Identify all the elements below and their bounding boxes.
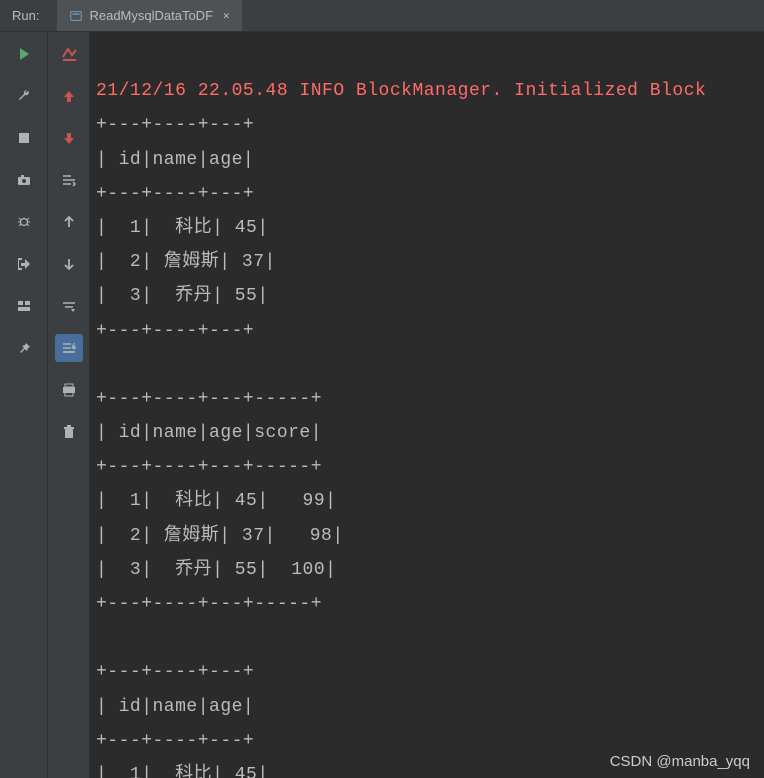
table-row: | 1| 科比| 45| 99|	[96, 491, 336, 511]
table-row: | 3| 乔丹| 55|	[96, 286, 269, 306]
print-icon[interactable]	[55, 376, 83, 404]
up-small-arrow-icon[interactable]	[55, 208, 83, 236]
table-separator: +---+----+---+-----+	[96, 457, 322, 477]
main-area: 21/12/16 22.05.48 INFO BlockManager. Ini…	[0, 32, 764, 778]
tab-label: ReadMysqlDataToDF	[89, 8, 213, 23]
debug-icon[interactable]	[10, 208, 38, 236]
underline-icon[interactable]	[55, 40, 83, 68]
soft-wrap-icon[interactable]	[55, 166, 83, 194]
table-row: | 2| 詹姆斯| 37| 98|	[96, 526, 344, 546]
table-separator: +---+----+---+	[96, 321, 254, 341]
close-icon[interactable]: ✕	[223, 9, 230, 23]
watermark: CSDN @manba_yqq	[610, 753, 750, 770]
run-button[interactable]	[10, 40, 38, 68]
down-arrow-icon[interactable]	[55, 124, 83, 152]
table-separator: +---+----+---+	[96, 662, 254, 682]
camera-icon[interactable]	[10, 166, 38, 194]
console-toolbar	[48, 32, 90, 778]
pin-icon[interactable]	[10, 334, 38, 362]
scroll-to-end-icon[interactable]	[55, 334, 83, 362]
table-separator: +---+----+---+-----+	[96, 389, 322, 409]
filter-icon[interactable]	[55, 292, 83, 320]
table-separator: +---+----+---+	[96, 115, 254, 135]
table-row: | 1| 科比| 45|	[96, 218, 269, 238]
table-header: | id|name|age|	[96, 150, 254, 170]
run-toolbar	[0, 32, 48, 778]
app-icon	[69, 9, 83, 23]
table-row: | 1| 科比| 45|	[96, 765, 269, 778]
log-line: 21/12/16 22.05.48 INFO BlockManager. Ini…	[96, 81, 706, 101]
trash-icon[interactable]	[55, 418, 83, 446]
layout-icon[interactable]	[10, 292, 38, 320]
down-small-arrow-icon[interactable]	[55, 250, 83, 278]
wrench-icon[interactable]	[10, 82, 38, 110]
run-label: Run:	[12, 8, 39, 23]
table-separator: +---+----+---+-----+	[96, 594, 322, 614]
exit-icon[interactable]	[10, 250, 38, 278]
table-row: | 3| 乔丹| 55| 100|	[96, 560, 336, 580]
stop-button[interactable]	[10, 124, 38, 152]
console-output[interactable]: 21/12/16 22.05.48 INFO BlockManager. Ini…	[90, 32, 764, 778]
up-arrow-icon[interactable]	[55, 82, 83, 110]
table-row: | 2| 詹姆斯| 37|	[96, 252, 276, 272]
table-header: | id|name|age|score|	[96, 423, 322, 443]
table-separator: +---+----+---+	[96, 184, 254, 204]
run-panel-header: Run: ReadMysqlDataToDF ✕	[0, 0, 764, 32]
configuration-tab[interactable]: ReadMysqlDataToDF ✕	[57, 0, 241, 31]
table-header: | id|name|age|	[96, 697, 254, 717]
table-separator: +---+----+---+	[96, 731, 254, 751]
